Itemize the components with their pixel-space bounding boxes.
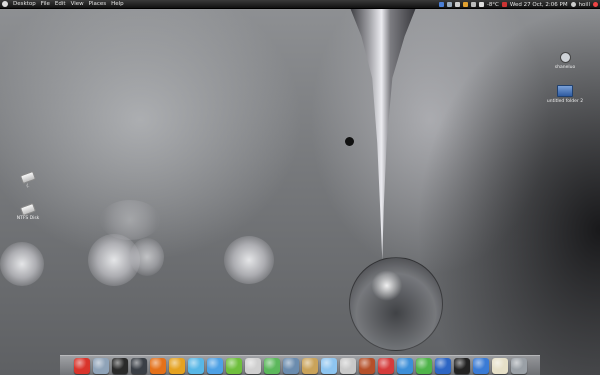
water-drop xyxy=(349,257,443,351)
top-panel: Desktop File Edit View Places Help -8°C … xyxy=(0,0,600,9)
bokeh-light xyxy=(130,238,164,276)
network-icon[interactable] xyxy=(92,357,109,374)
system-tray: -8°C Wed 27 Oct, 2:06 PM hoill xyxy=(438,0,598,9)
menu-file[interactable]: File xyxy=(41,1,50,7)
shutdown-icon[interactable] xyxy=(593,2,598,7)
desktop-icon-label: shaneluo xyxy=(554,65,576,70)
bokeh-light xyxy=(100,200,160,240)
dock xyxy=(60,355,540,375)
apple-logo-icon[interactable] xyxy=(2,1,8,7)
tool-icon[interactable] xyxy=(130,357,147,374)
firefox-icon[interactable] xyxy=(149,357,166,374)
network-tray-icon[interactable] xyxy=(446,2,452,7)
sound-wave-icon[interactable] xyxy=(187,357,204,374)
menu-help[interactable]: Help xyxy=(111,1,124,7)
package-icon[interactable] xyxy=(301,357,318,374)
satellite-dish-icon xyxy=(559,52,571,63)
desktop-icon-label: (. xyxy=(26,184,30,189)
cube-icon[interactable] xyxy=(320,357,337,374)
desktop-wallpaper xyxy=(0,0,600,375)
menu-desktop[interactable]: Desktop xyxy=(13,1,36,7)
mail-icon[interactable] xyxy=(462,2,468,7)
speaker-icon[interactable] xyxy=(453,357,470,374)
bluetooth-icon[interactable] xyxy=(438,2,444,7)
power-icon[interactable] xyxy=(470,2,476,7)
calendar-icon[interactable] xyxy=(501,2,507,7)
trash-icon[interactable] xyxy=(510,357,527,374)
disc-icon[interactable] xyxy=(339,357,356,374)
notes-icon[interactable] xyxy=(491,357,508,374)
globe-icon[interactable] xyxy=(282,357,299,374)
download-icon[interactable] xyxy=(263,357,280,374)
weather-readout[interactable]: -8°C xyxy=(487,2,499,8)
desktop-icon-label: untitled folder 2 xyxy=(546,99,584,104)
menu-bar: Desktop File Edit View Places Help xyxy=(0,1,124,7)
thunderbird-icon[interactable] xyxy=(168,357,185,374)
monitor-icon[interactable] xyxy=(111,357,128,374)
clock[interactable]: Wed 27 Oct, 2:06 PM xyxy=(510,2,568,8)
weather-icon[interactable] xyxy=(206,357,223,374)
folder-icon xyxy=(557,85,573,97)
volume-icon[interactable] xyxy=(454,2,460,7)
desktop-icon-drive[interactable]: (. xyxy=(8,170,48,189)
menu-edit[interactable]: Edit xyxy=(55,1,66,7)
puzzle-icon[interactable] xyxy=(225,357,242,374)
usb-drive-icon xyxy=(19,170,37,185)
drive-icon[interactable] xyxy=(472,357,489,374)
user-name[interactable]: hoill xyxy=(579,2,590,8)
desktop-icon-untitled-folder[interactable]: untitled folder 2 xyxy=(545,85,585,104)
cake-icon[interactable] xyxy=(358,357,375,374)
desktop-icon-label: NTFS Disk xyxy=(16,216,40,221)
display-icon[interactable] xyxy=(434,357,451,374)
anchor-icon[interactable] xyxy=(73,357,90,374)
desktop-icon-ntfs-disk[interactable]: NTFS Disk xyxy=(8,202,48,221)
desktop-icon-shaneluo[interactable]: shaneluo xyxy=(545,52,585,70)
cards-icon[interactable] xyxy=(377,357,394,374)
menu-places[interactable]: Places xyxy=(89,1,107,7)
bokeh-light xyxy=(0,242,44,286)
chat-icon[interactable] xyxy=(396,357,413,374)
bokeh-light xyxy=(224,236,274,284)
usb-drive-icon xyxy=(19,202,37,217)
play-icon[interactable] xyxy=(415,357,432,374)
wallpaper-dark-dot xyxy=(345,137,354,146)
user-icon[interactable] xyxy=(570,2,576,7)
display-tray-icon[interactable] xyxy=(478,2,484,7)
menu-view[interactable]: View xyxy=(71,1,84,7)
joystick-icon[interactable] xyxy=(244,357,261,374)
